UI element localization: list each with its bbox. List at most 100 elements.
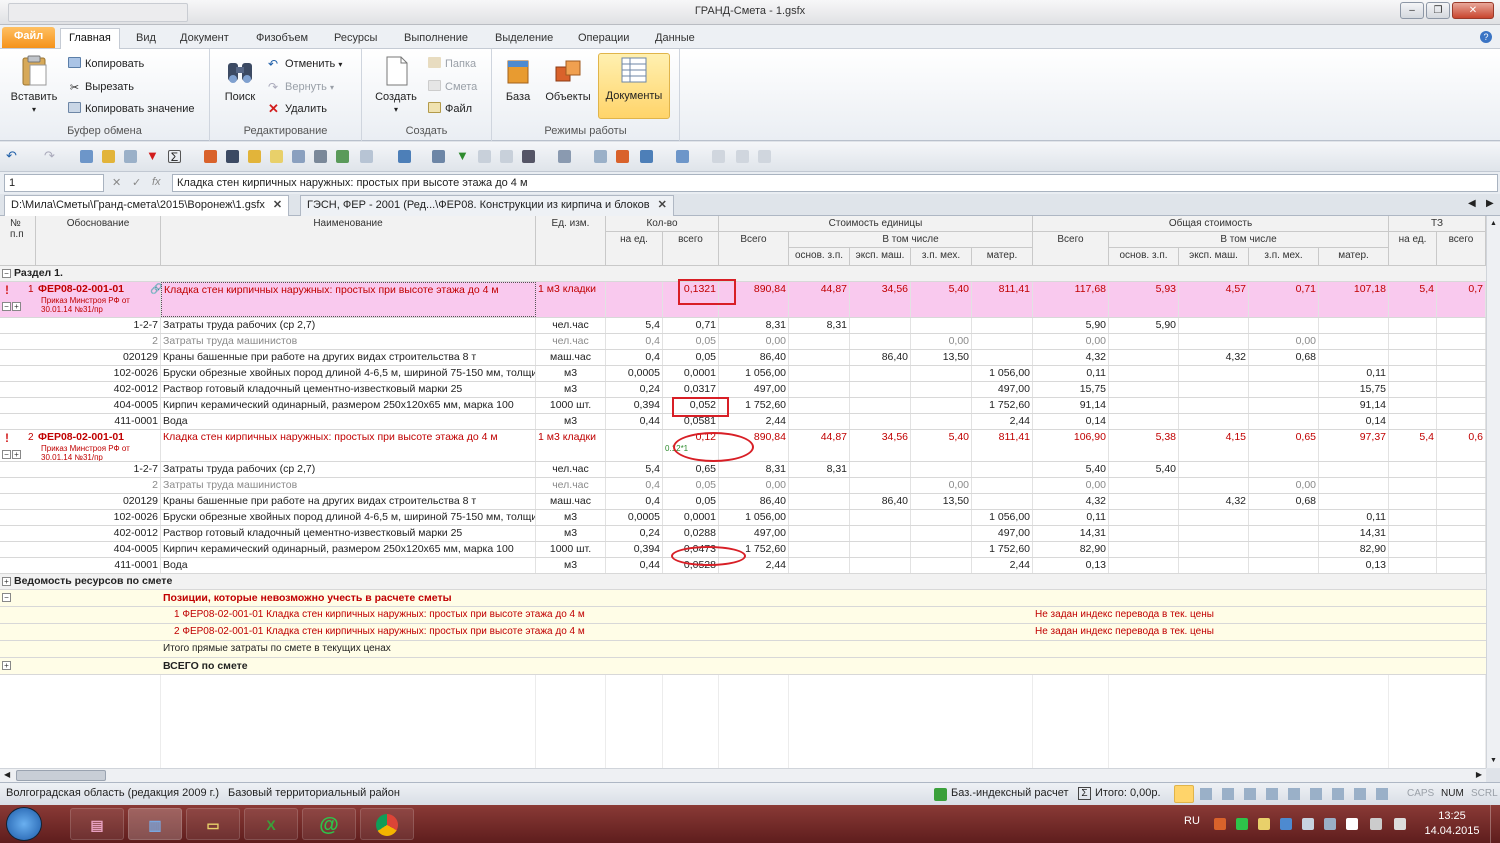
chrome-icon[interactable]	[360, 808, 414, 840]
redo-icon[interactable]: ↷	[44, 149, 57, 163]
tab-scroll-right-icon[interactable]: ▶	[1486, 198, 1494, 209]
toolbar-icon[interactable]	[292, 150, 305, 163]
tab-home[interactable]: Главная	[60, 28, 120, 50]
paste-button[interactable]: Вставить ▾	[8, 55, 60, 115]
folder-button[interactable]: Папка	[428, 55, 476, 73]
vertical-scrollbar[interactable]: ▲ ▼	[1486, 216, 1500, 768]
windows-start-icon[interactable]	[6, 807, 42, 841]
sum-icon[interactable]: Σ	[168, 150, 181, 163]
mail-icon[interactable]: @	[302, 808, 356, 840]
filter-icon[interactable]: ▼	[456, 149, 469, 163]
horizontal-scroll-thumb[interactable]	[16, 770, 106, 781]
tab-estimate-file[interactable]: D:\Мила\Сметы\Гранд-смета\2015\Воронеж\1…	[4, 195, 290, 216]
expand-icon[interactable]: +	[12, 302, 21, 311]
tab-execution[interactable]: Выполнение	[400, 29, 472, 49]
close-icon[interactable]: ✕	[273, 199, 282, 211]
toolbar-icon[interactable]	[248, 150, 261, 163]
tray-icon[interactable]	[1214, 818, 1226, 830]
excel-icon[interactable]: X	[244, 808, 298, 840]
scroll-left-icon[interactable]: ◀	[4, 770, 10, 779]
clock-time[interactable]: 13:25	[1432, 810, 1472, 822]
folder-icon[interactable]	[270, 150, 283, 163]
collapse-icon[interactable]: −	[2, 450, 11, 459]
close-icon[interactable]: ✕	[658, 199, 667, 211]
tray-icon[interactable]	[1236, 818, 1248, 830]
tab-view[interactable]: Вид	[132, 29, 160, 49]
undo-button[interactable]: ↶ Отменить ▾	[268, 55, 342, 73]
toolbar-icon[interactable]	[522, 150, 535, 163]
tab-operations[interactable]: Операции	[574, 29, 633, 49]
expand-icon[interactable]: +	[2, 577, 11, 586]
view-mode-icon[interactable]	[1222, 788, 1234, 800]
tray-icon[interactable]	[1324, 818, 1336, 830]
tray-icon[interactable]	[1280, 818, 1292, 830]
tab-document[interactable]: Документ	[176, 29, 233, 49]
cut-button[interactable]: ✂ Вырезать	[68, 78, 134, 96]
network-icon[interactable]	[1394, 818, 1406, 830]
copy-value-button[interactable]: Копировать значение	[68, 100, 194, 118]
view-mode-icon[interactable]	[1200, 788, 1212, 800]
resource-row[interactable]: 404-0005 Кирпич керамический одинарный, р…	[0, 398, 1486, 414]
close-button[interactable]: ✕	[1452, 2, 1494, 19]
collapse-icon[interactable]: −	[2, 269, 11, 278]
fx-icon[interactable]: fx	[152, 176, 161, 188]
help-icon[interactable]: ?	[1480, 31, 1492, 43]
resource-row[interactable]: 020129 Краны башенные при работе на други…	[0, 494, 1486, 510]
tab-scroll-left-icon[interactable]: ◀	[1468, 198, 1476, 209]
toolbar-icon[interactable]	[478, 150, 491, 163]
toolbar-icon[interactable]	[124, 150, 137, 163]
objects-button[interactable]: Объекты	[542, 55, 594, 103]
language-indicator[interactable]: RU	[1184, 815, 1200, 827]
toolbar-icon[interactable]	[758, 150, 771, 163]
toolbar-icon[interactable]	[80, 150, 93, 163]
tab-norms-base[interactable]: ГЭСН, ФЕР - 2001 (Ред...\ФЕР08. Конструк…	[300, 195, 674, 216]
scroll-up-icon[interactable]: ▲	[1490, 220, 1497, 227]
documents-button[interactable]: Документы	[598, 53, 670, 119]
tab-file[interactable]: Файл	[2, 27, 56, 48]
toolbar-icon[interactable]	[616, 150, 629, 163]
grand-total-row[interactable]: + ВСЕГО по смете	[0, 658, 1486, 675]
resource-row[interactable]: 2 Затраты труда машинистов чел.час 0,4 0,05 0…	[0, 478, 1486, 494]
resource-row[interactable]: 102-0026 Бруски обрезные хвойных пород дл…	[0, 510, 1486, 526]
scroll-down-icon[interactable]: ▼	[1490, 757, 1497, 764]
toolbar-icon[interactable]	[676, 150, 689, 163]
tray-icon[interactable]	[1258, 818, 1270, 830]
tray-icon[interactable]	[1302, 818, 1314, 830]
undo-icon[interactable]: ↶	[6, 149, 19, 163]
view-mode-icon[interactable]	[1266, 788, 1278, 800]
view-mode-icon[interactable]	[1244, 788, 1256, 800]
collapse-icon[interactable]: −	[2, 302, 11, 311]
resource-row[interactable]: 411-0001 Вода м3 0,44 0,0581 2,44 2,44 0,14 0,14	[0, 414, 1486, 430]
impossible-item-row[interactable]: 1 ФЕР08-02-001-01 Кладка стен кирпичных …	[0, 607, 1486, 624]
minimize-button[interactable]: –	[1400, 2, 1424, 19]
view-mode-icon[interactable]	[1332, 788, 1344, 800]
view-mode-icon[interactable]	[1354, 788, 1366, 800]
print-icon[interactable]	[314, 150, 327, 163]
horizontal-scrollbar[interactable]: ◀ ▶	[0, 768, 1486, 782]
section-row[interactable]: − Раздел 1.	[0, 266, 1486, 282]
position-row[interactable]: ! 1 − + ФЕР08-02-001-01 Приказ Минстроя РФ от…	[0, 282, 1486, 318]
resource-row[interactable]: 1-2-7 Затраты труда рабочих (ср 2,7) чел.ч…	[0, 318, 1486, 334]
tab-data[interactable]: Данные	[651, 29, 699, 49]
confirm-icon[interactable]: ✓	[132, 176, 141, 189]
formula-input[interactable]: Кладка стен кирпичных наружных: простых …	[172, 174, 1498, 192]
create-button[interactable]: Создать ▾	[370, 55, 422, 115]
sort-icon[interactable]	[398, 150, 411, 163]
view-mode-icon[interactable]	[1288, 788, 1300, 800]
tab-resources[interactable]: Ресурсы	[330, 29, 381, 49]
scroll-right-icon[interactable]: ▶	[1476, 770, 1482, 779]
toolbar-icon[interactable]	[558, 150, 571, 163]
view-mode-icon[interactable]	[1310, 788, 1322, 800]
toolbar-icon[interactable]	[102, 150, 115, 163]
collapse-icon[interactable]: −	[2, 593, 11, 602]
volume-icon[interactable]	[1370, 818, 1382, 830]
cancel-icon[interactable]: ✕	[112, 176, 121, 189]
direct-costs-row[interactable]: Итого прямые затраты по смете в текущих …	[0, 641, 1486, 658]
resource-row[interactable]: 2 Затраты труда машинистов чел.час 0,4 0,05 0…	[0, 334, 1486, 350]
explorer-icon[interactable]: ▭	[186, 808, 240, 840]
view-mode-icon[interactable]	[1174, 785, 1194, 803]
resource-row[interactable]: 404-0005 Кирпич керамический одинарный, р…	[0, 542, 1486, 558]
file-button[interactable]: Файл	[428, 100, 472, 118]
tab-selection[interactable]: Выделение	[491, 29, 557, 49]
resources-sheet-row[interactable]: + Ведомость ресурсов по смете	[0, 574, 1486, 590]
